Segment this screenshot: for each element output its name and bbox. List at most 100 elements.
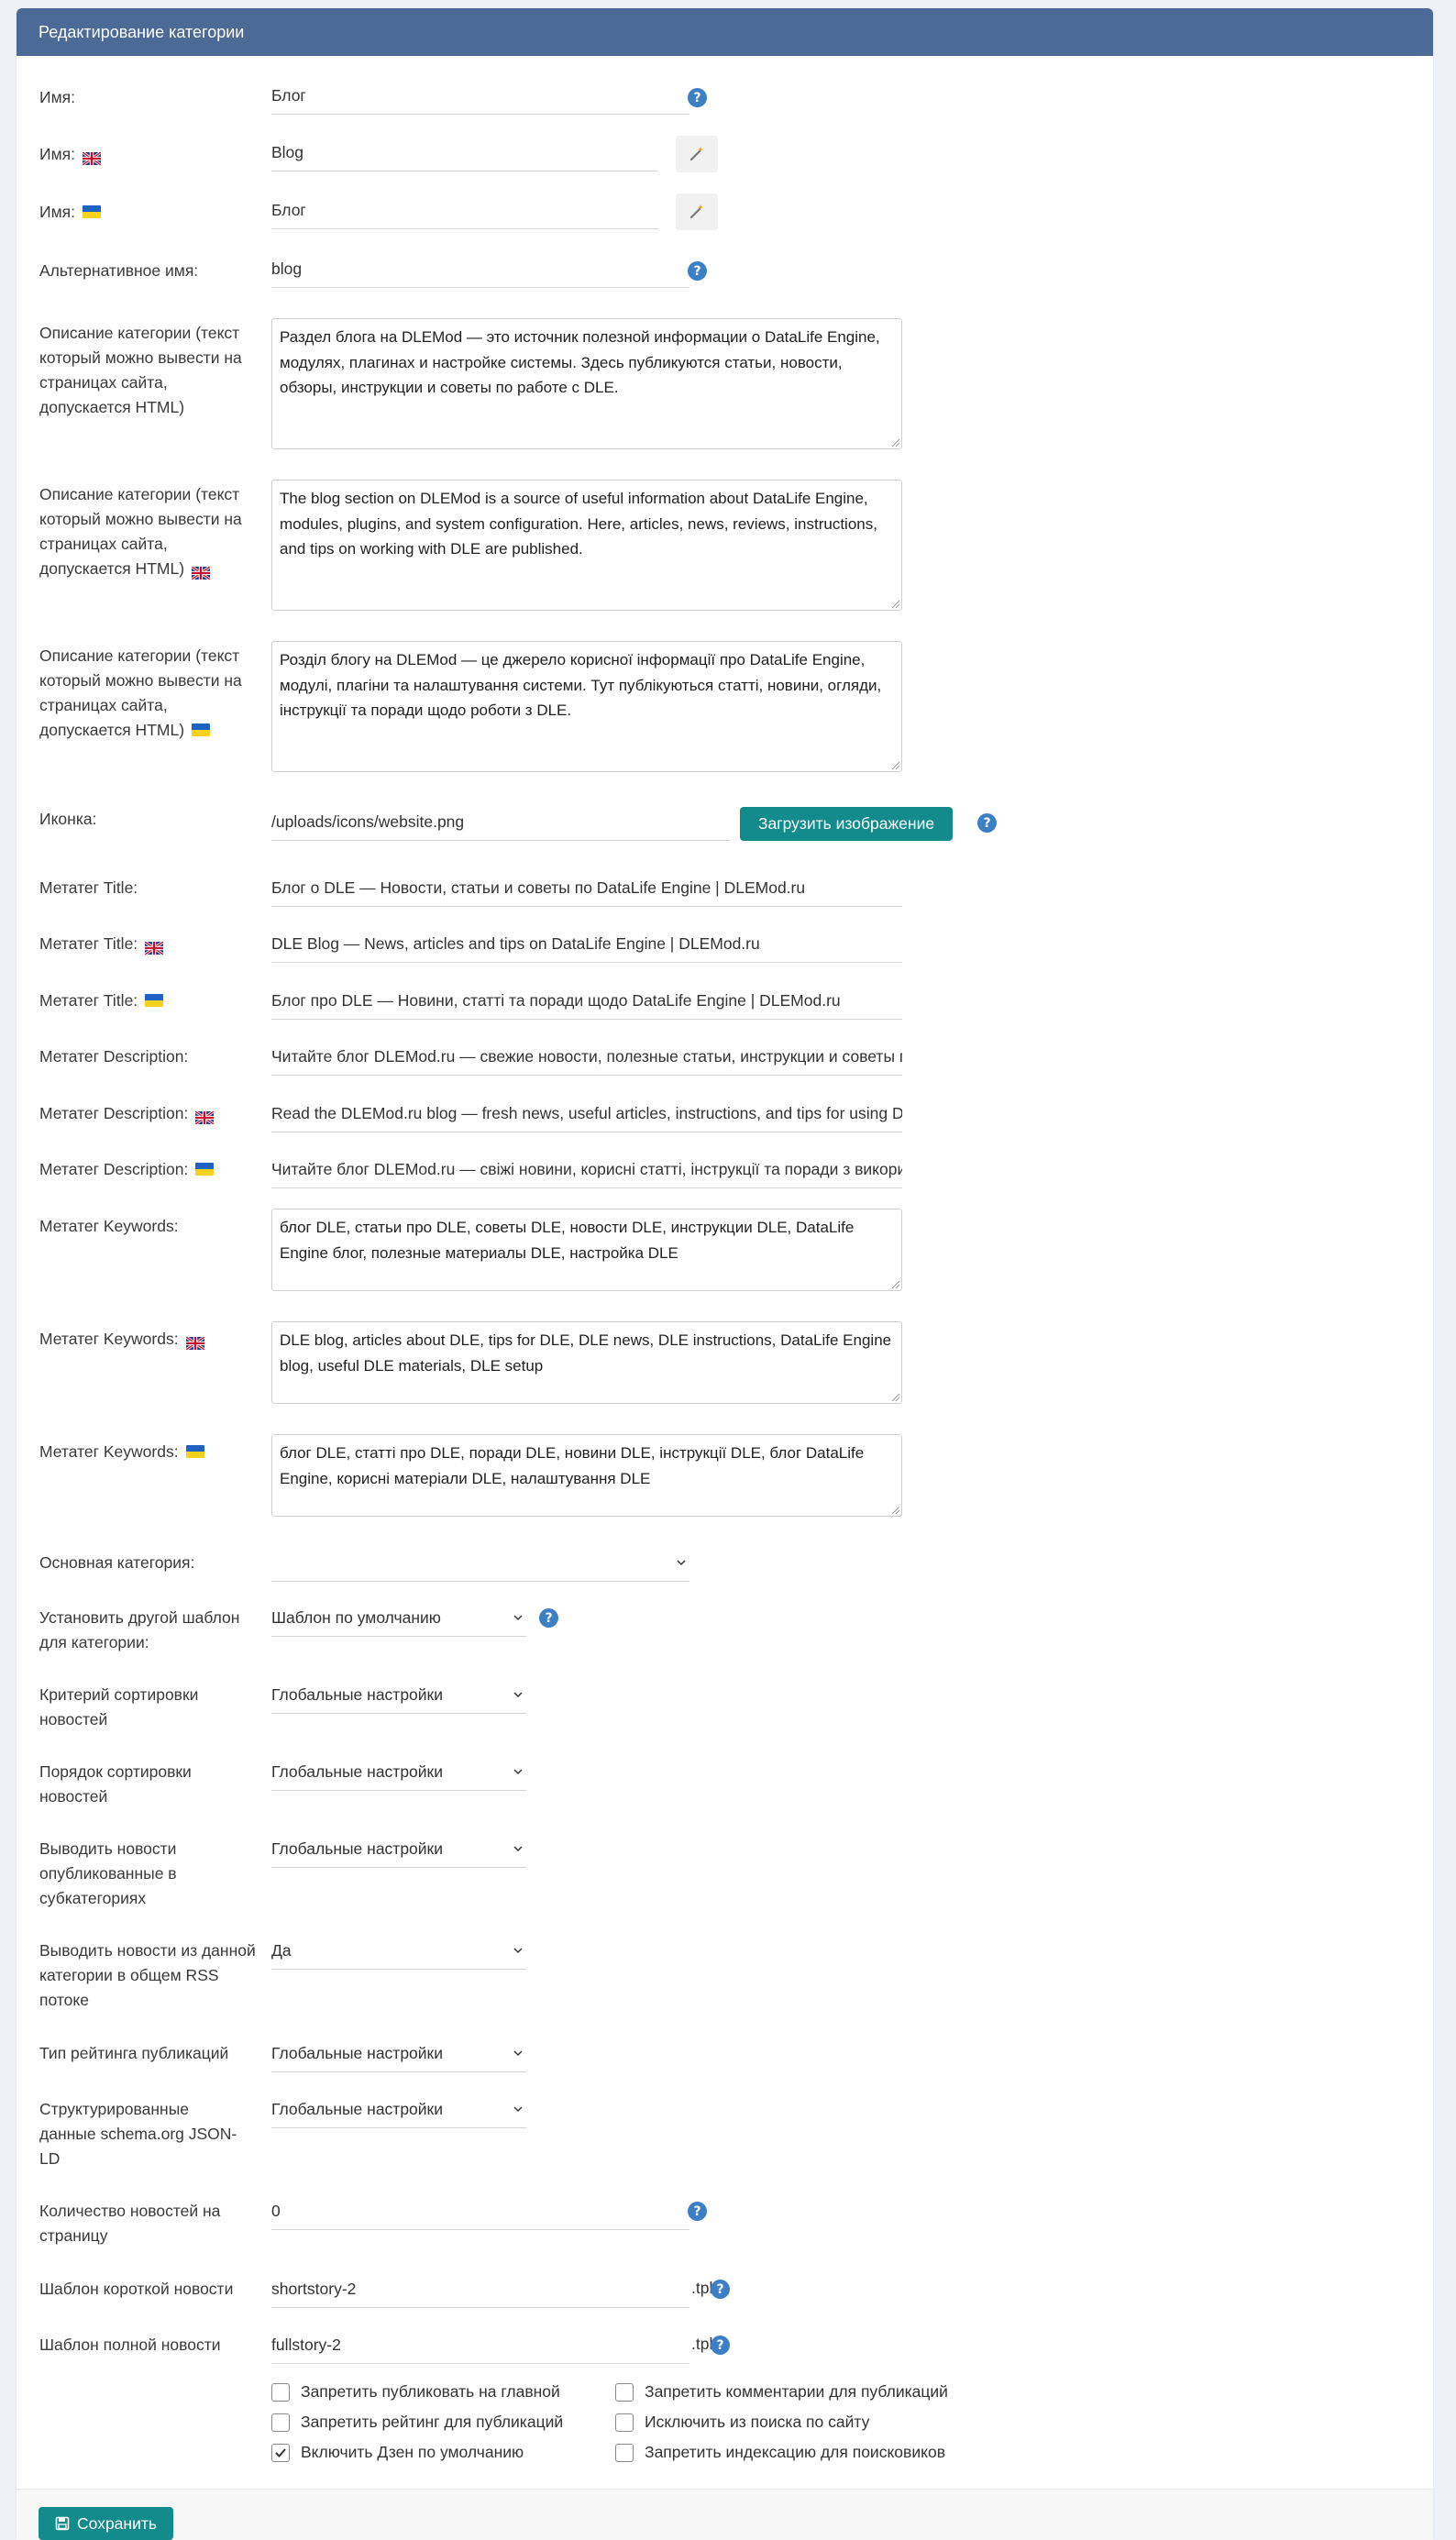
chevron-down-icon: [513, 1692, 523, 1698]
meta-kw-en-textarea[interactable]: DLE blog, articles about DLE, tips for D…: [271, 1321, 902, 1404]
name-ua-label: Имя:: [39, 200, 255, 225]
meta-kw-en-label: Метатег Keywords:: [39, 1327, 255, 1352]
upload-image-button[interactable]: Загрузить изображение: [740, 807, 953, 841]
ua-flag-icon: [185, 1445, 204, 1459]
uk-flag-icon: [82, 148, 102, 167]
parent-category-select[interactable]: [271, 1545, 689, 1582]
chevron-down-icon: [677, 1560, 686, 1566]
skin-select[interactable]: Шаблон по умолчанию: [271, 1600, 526, 1637]
name-en-input[interactable]: Blog: [271, 135, 658, 171]
page-title: Редактирование категории: [39, 22, 245, 41]
help-icon[interactable]: ?: [711, 2280, 730, 2299]
ua-flag-icon: [82, 205, 101, 219]
checkbox-box[interactable]: [271, 2382, 290, 2402]
show-sub-select[interactable]: Глобальные настройки: [271, 1831, 526, 1868]
help-icon[interactable]: ?: [539, 1608, 558, 1628]
icon-path-input[interactable]: /uploads/icons/website.png: [271, 804, 730, 841]
uk-flag-icon: [144, 937, 165, 956]
checkbox-no-rating[interactable]: Запретить рейтинг для публикаций: [271, 2413, 563, 2432]
meta-desc-ua-label: Метатег Description:: [39, 1157, 255, 1182]
meta-kw-ua-textarea[interactable]: блог DLE, статті про DLE, поради DLE, но…: [271, 1434, 902, 1517]
rss-select[interactable]: Да: [271, 1933, 526, 1970]
translate-wand-icon[interactable]: [676, 136, 718, 172]
checkbox-box[interactable]: [615, 2382, 634, 2402]
icon-label: Иконка:: [39, 810, 97, 828]
full-tpl-input[interactable]: fullstory-2: [271, 2327, 689, 2364]
checkbox-box[interactable]: [615, 2413, 634, 2432]
meta-title-ua-input[interactable]: Блог про DLE — Новини, статті та поради …: [271, 983, 902, 1020]
schema-select[interactable]: Глобальные настройки: [271, 2092, 526, 2128]
parent-category-label: Основная категория:: [39, 1553, 195, 1572]
checkbox-exclude-search[interactable]: Исключить из поиска по сайту: [615, 2413, 869, 2432]
schema-label: Структурированные данные schema.org JSON…: [39, 2100, 237, 2168]
help-icon[interactable]: ?: [977, 813, 997, 833]
alt-name-input[interactable]: blog: [271, 251, 689, 288]
name-en-label: Имя:: [39, 142, 255, 167]
name-input[interactable]: Блог: [271, 78, 689, 115]
meta-title-en-label: Метатег Title:: [39, 932, 255, 956]
uk-flag-icon: [184, 1332, 205, 1352]
checkbox-box[interactable]: [615, 2443, 634, 2462]
ua-flag-icon: [145, 994, 164, 1008]
help-icon[interactable]: ?: [688, 261, 707, 281]
meta-kw-ua-label: Метатег Keywords:: [39, 1440, 255, 1464]
checkbox-no-main[interactable]: Запретить публиковать на главной: [271, 2382, 560, 2402]
show-sub-label: Выводить новости опубликованные в субкат…: [39, 1839, 177, 1907]
panel-footer: Сохранить: [17, 2489, 1433, 2540]
full-tpl-label: Шаблон полной новости: [39, 2336, 221, 2354]
sort-criteria-select[interactable]: Глобальные настройки: [271, 1677, 526, 1714]
help-icon[interactable]: ?: [711, 2336, 730, 2355]
name-label: Имя:: [39, 88, 75, 106]
checkbox-box[interactable]: [271, 2413, 290, 2432]
meta-desc-ua-input[interactable]: Читайте блог DLEMod.ru — свіжі новини, к…: [271, 1152, 902, 1188]
short-tpl-input[interactable]: shortstory-2: [271, 2271, 689, 2308]
edit-category-panel: Редактирование категории Имя: Блог ? Имя…: [17, 8, 1433, 2540]
translate-wand-icon[interactable]: [676, 193, 718, 230]
desc-ua-textarea[interactable]: Розділ блогу на DLEMod — це джерело кори…: [271, 641, 902, 772]
news-per-page-input[interactable]: 0: [271, 2193, 689, 2230]
desc-textarea[interactable]: Раздел блога на DLEMod — это источник по…: [271, 318, 902, 449]
checkbox-no-index[interactable]: Запретить индексацию для поисковиков: [615, 2443, 945, 2462]
help-icon[interactable]: ?: [688, 2202, 707, 2221]
desc-en-label: Описание категории (текст который можно …: [39, 482, 255, 581]
chevron-down-icon: [513, 1948, 523, 1954]
rating-type-select[interactable]: Глобальные настройки: [271, 2036, 526, 2072]
floppy-disk-icon: [55, 2516, 70, 2531]
check-icon: [275, 2447, 286, 2457]
meta-desc-label: Метатег Description:: [39, 1047, 189, 1066]
uk-flag-icon: [191, 562, 211, 581]
sort-criteria-label: Критерий сортировки новостей: [39, 1685, 199, 1728]
short-tpl-label: Шаблон короткой новости: [39, 2280, 234, 2298]
ua-flag-icon: [195, 1163, 215, 1176]
checkbox-box-checked[interactable]: [271, 2443, 290, 2462]
help-icon[interactable]: ?: [688, 88, 707, 107]
panel-header: Редактирование категории: [17, 8, 1433, 56]
meta-desc-input[interactable]: Читайте блог DLEMod.ru — свежие новости,…: [271, 1039, 902, 1076]
sort-order-select[interactable]: Глобальные настройки: [271, 1754, 526, 1791]
tpl-suffix: .tpl: [691, 2279, 713, 2297]
meta-title-ua-label: Метатег Title:: [39, 988, 255, 1013]
meta-title-label: Метатег Title:: [39, 878, 138, 897]
tpl-suffix: .tpl: [691, 2335, 713, 2353]
meta-kw-textarea[interactable]: блог DLE, статьи про DLE, советы DLE, но…: [271, 1209, 902, 1291]
meta-desc-en-input[interactable]: Read the DLEMod.ru blog — fresh news, us…: [271, 1096, 902, 1132]
desc-en-textarea[interactable]: The blog section on DLEMod is a source o…: [271, 480, 902, 611]
name-ua-input[interactable]: Блог: [271, 193, 658, 229]
chevron-down-icon: [513, 2050, 523, 2057]
meta-desc-en-label: Метатег Description:: [39, 1101, 255, 1126]
rating-type-label: Тип рейтинга публикаций: [39, 2044, 229, 2062]
desc-label: Описание категории (текст который можно …: [39, 324, 242, 416]
meta-title-input[interactable]: Блог о DLE — Новости, статьи и советы по…: [271, 870, 902, 907]
desc-ua-label: Описание категории (текст который можно …: [39, 646, 242, 739]
skin-label: Установить другой шаблон для категории:: [39, 1608, 240, 1651]
chevron-down-icon: [513, 2106, 523, 2113]
meta-kw-label: Метатег Keywords:: [39, 1217, 179, 1235]
uk-flag-icon: [194, 1107, 215, 1126]
save-button[interactable]: Сохранить: [39, 2507, 173, 2540]
sort-order-label: Порядок сортировки новостей: [39, 1762, 192, 1806]
checkbox-no-comments[interactable]: Запретить комментарии для публикаций: [615, 2382, 948, 2402]
meta-title-en-input[interactable]: DLE Blog — News, articles and tips on Da…: [271, 926, 902, 963]
ua-flag-icon: [192, 723, 211, 737]
rss-label: Выводить новости из данной категории в о…: [39, 1941, 256, 2009]
checkbox-dzen[interactable]: Включить Дзен по умолчанию: [271, 2443, 524, 2462]
